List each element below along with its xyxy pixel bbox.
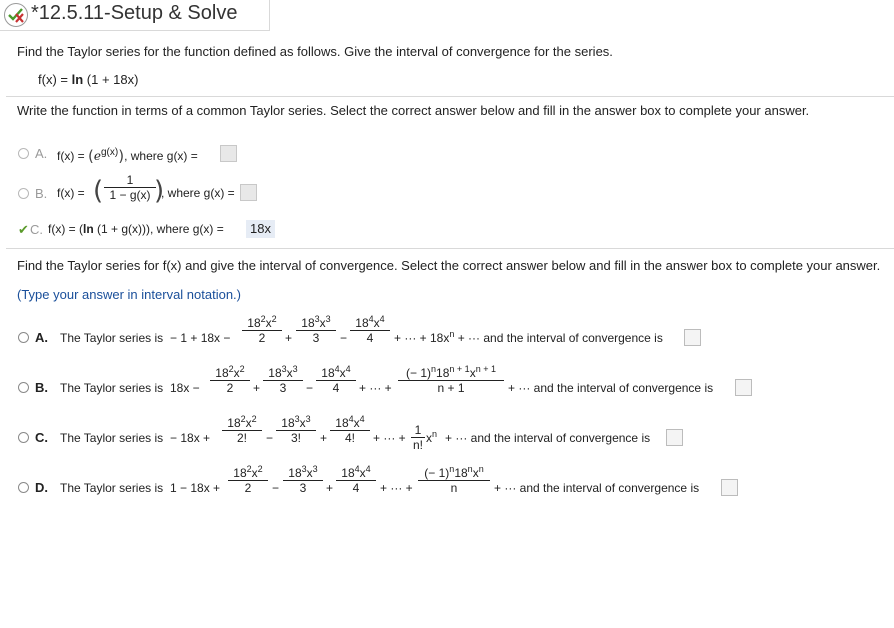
op-2: + (285, 331, 293, 345)
op-3: + (326, 481, 334, 495)
option-a-radio[interactable] (18, 148, 29, 159)
op-2: − (266, 431, 274, 445)
page-title: *12.5.11-Setup & Solve (31, 2, 238, 24)
term-3: 183x3 3! (276, 415, 316, 445)
function-definition: f(x) = ln (1 + 18x) (38, 72, 139, 87)
option-a-letter: A. (35, 146, 48, 161)
series-option-d-radio[interactable] (18, 482, 29, 493)
series-a-start: − 1 + 18x − (170, 331, 231, 345)
general-term: 1 n! (411, 423, 425, 452)
interval-answer-box-b[interactable] (735, 379, 752, 396)
title-bar: *12.5.11-Setup & Solve (0, 0, 270, 31)
g-answer-box-b[interactable] (240, 184, 257, 201)
op-2: + (253, 381, 261, 395)
series-d-start: 1 − 18x + (170, 481, 221, 495)
divider (6, 96, 894, 97)
interval-hint: (Type your answer in interval notation.) (17, 287, 241, 302)
series-option-a-radio[interactable] (18, 332, 29, 343)
term-3: 183x3 3 (283, 465, 323, 495)
general-term: (− 1)n18n + 1xn + 1n + 1 (398, 365, 504, 395)
option-a-expression: f(x) = (eg(x)), where g(x) = (57, 147, 198, 165)
term-4: 184x4 4! (330, 415, 370, 445)
term-4: 184x4 4 (316, 365, 356, 395)
series-lead: The Taylor series is (60, 431, 164, 445)
series-a-tail: + ··· + 18xn + ··· and the interval of c… (394, 329, 663, 346)
option-b-radio[interactable] (18, 188, 29, 199)
interval-answer-box-c[interactable] (666, 429, 683, 446)
term-4: 184x4 4 (350, 315, 390, 345)
series-c-start: − 18x + (170, 431, 211, 445)
option-c-letter: C. (30, 222, 43, 237)
interval-answer-box-d[interactable] (721, 479, 738, 496)
series-option-b-letter: B. (35, 380, 48, 395)
interval-answer-box-a[interactable] (684, 329, 701, 346)
dots: + ··· + (359, 381, 392, 395)
partial-correct-icon (4, 3, 28, 27)
series-lead: The Taylor series is (60, 331, 164, 345)
series-b-end: + ··· and the interval of convergence is (508, 381, 714, 395)
option-b-prefix: f(x) = (57, 186, 85, 200)
op-2: − (272, 481, 280, 495)
series-option-c-letter: C. (35, 430, 48, 445)
part1-instructions: Write the function in terms of a common … (17, 103, 810, 118)
series-d-end: + ··· and the interval of convergence is (494, 481, 700, 495)
dots: + ··· + (380, 481, 413, 495)
part2-instructions: Find the Taylor series for f(x) and give… (17, 258, 881, 273)
term-3: 183x3 3 (296, 315, 336, 345)
series-option-b-radio[interactable] (18, 382, 29, 393)
series-option-a-letter: A. (35, 330, 48, 345)
term-2: 182x2 2 (242, 315, 282, 345)
option-b-fraction: 11 − g(x) (104, 173, 156, 202)
problem-prompt: Find the Taylor series for the function … (17, 44, 613, 59)
series-option-c-radio[interactable] (18, 432, 29, 443)
option-c-expression: f(x) = (ln (1 + g(x))), where g(x) = (48, 222, 224, 236)
series-b-start: 18x − (170, 381, 200, 395)
series-option-d-letter: D. (35, 480, 48, 495)
term-4: 184x4 4 (336, 465, 376, 495)
term-2: 182x2 2! (222, 415, 262, 445)
option-b-letter: B. (35, 186, 48, 201)
general-term-x: xn (426, 429, 438, 446)
divider (6, 248, 894, 249)
term-2: 182x2 2 (210, 365, 250, 395)
term-2: 182x2 2 (228, 465, 268, 495)
term-3: 183x3 3 (263, 365, 303, 395)
general-term: (− 1)n18nxn n (418, 465, 490, 495)
dots: + ··· + (373, 431, 406, 445)
check-icon: ✔ (18, 222, 29, 237)
op-3: − (340, 331, 348, 345)
series-lead: The Taylor series is (60, 481, 164, 495)
g-answer-box-a[interactable] (220, 145, 237, 162)
left-paren: ( (93, 176, 104, 206)
series-lead: The Taylor series is (60, 381, 164, 395)
op-3: + (320, 431, 328, 445)
series-c-end: + ··· and the interval of convergence is (445, 431, 651, 445)
option-b-suffix: , where g(x) = (161, 186, 235, 200)
op-3: − (306, 381, 314, 395)
g-answer-filled[interactable]: 18x (246, 220, 275, 238)
